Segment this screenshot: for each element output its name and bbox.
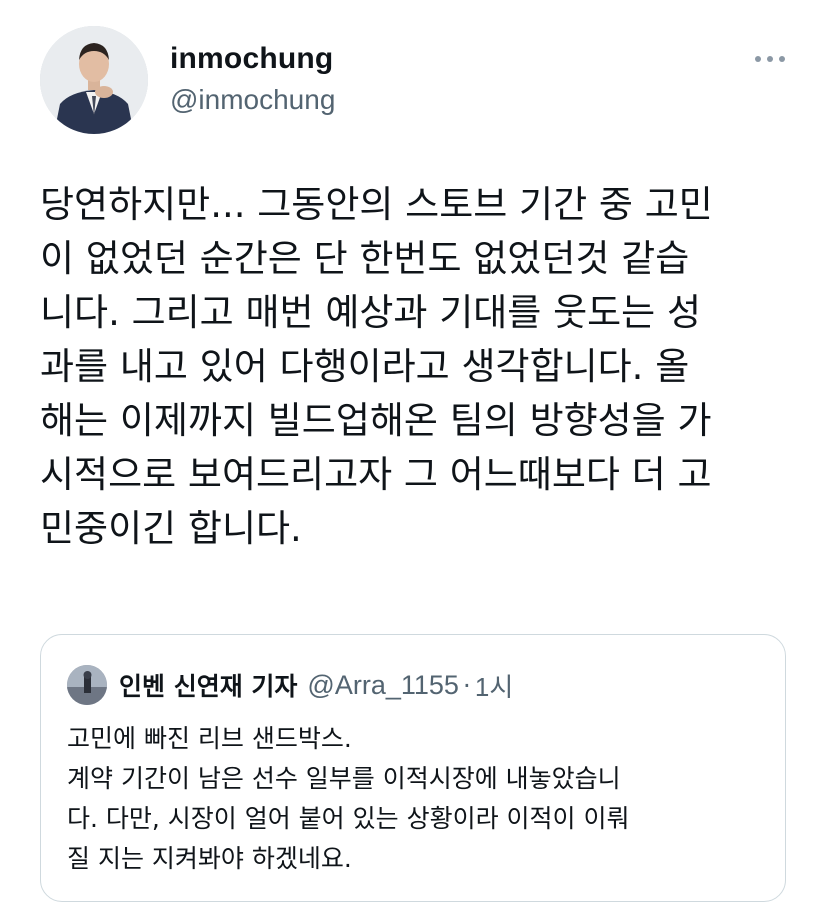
- tweet-text: 당연하지만... 그동안의 스토브 기간 중 고민 이 없었던 순간은 단 한번…: [40, 183, 713, 550]
- more-horizontal-icon[interactable]: [752, 48, 788, 70]
- quote-timestamp[interactable]: 1시: [475, 667, 513, 704]
- quote-author-name[interactable]: 인벤 신연재 기자: [119, 667, 297, 703]
- quote-author-handle[interactable]: @Arra_1155: [307, 670, 459, 701]
- author-name[interactable]: inmochung: [170, 42, 333, 76]
- quote-header: 인벤 신연재 기자 @Arra_1155 · 1시: [119, 665, 513, 705]
- author-handle[interactable]: @inmochung: [170, 84, 335, 116]
- author-avatar[interactable]: [40, 26, 148, 134]
- tweet: inmochung @inmochung 당연하지만... 그동안의 스토브 기…: [0, 0, 828, 918]
- quote-author-avatar[interactable]: [67, 665, 107, 705]
- quote-separator: ·: [462, 670, 471, 700]
- quoted-tweet-card[interactable]: 인벤 신연재 기자 @Arra_1155 · 1시 고민에 빠진 리브 샌드박스…: [40, 634, 786, 902]
- quote-text: 고민에 빠진 리브 샌드박스. 계약 기간이 남은 선수 일부를 이적시장에 내…: [67, 724, 630, 873]
